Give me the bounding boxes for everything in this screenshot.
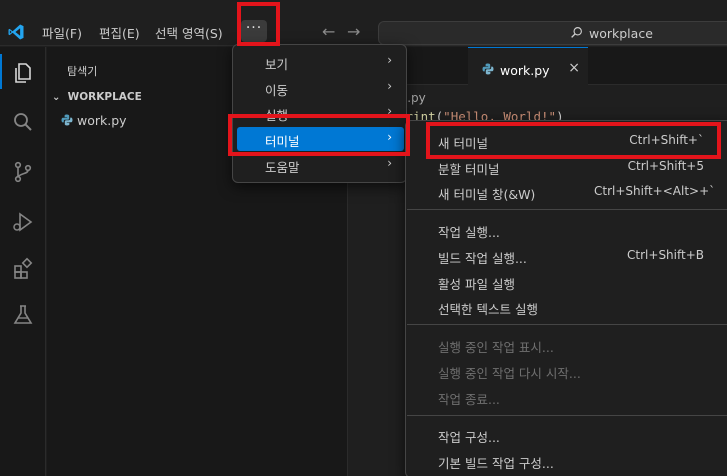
search-view-icon[interactable] [11, 110, 35, 134]
menu-item-show-running-tasks: 실행 중인 작업 표시... [410, 333, 727, 357]
menu-item-restart-running-task: 실행 중인 작업 다시 시작... [410, 359, 727, 383]
menu-item-label: 작업 종료... [438, 392, 500, 407]
file-item-work-py[interactable]: work.py [61, 113, 127, 128]
workspace-name: WORKPLACE [67, 91, 142, 103]
chevron-right-icon: › [387, 53, 392, 67]
highlight-terminal-item [228, 114, 410, 156]
search-text: workplace [589, 26, 653, 41]
menu-item-new-terminal-window[interactable]: 새 터미널 창(&W) Ctrl+Shift+<Alt>+` [410, 180, 727, 204]
menu-item-view[interactable]: 보기 › [237, 50, 404, 74]
menu-selection[interactable]: 선택 영역(S) [155, 23, 223, 42]
menu-item-label: 기본 빌드 작업 구성... [438, 456, 554, 471]
menu-item-label: 작업 구성... [438, 430, 500, 445]
close-icon[interactable]: × [568, 60, 580, 76]
search-icon [571, 27, 582, 38]
sidebar-title: 탐색기 [67, 65, 98, 78]
title-bar: 파일(F) 편집(E) 선택 영역(S) ··· ← → workplace [0, 0, 727, 46]
menu-item-configure-tasks[interactable]: 작업 구성... [410, 423, 727, 447]
menu-item-label: 이동 [265, 83, 289, 98]
tab-work-py[interactable]: work.py × [468, 47, 588, 85]
extensions-icon[interactable] [11, 257, 35, 281]
python-file-icon [482, 63, 494, 75]
activity-bar [0, 47, 46, 476]
menu-separator [407, 209, 727, 210]
menu-item-help[interactable]: 도움말 › [237, 153, 404, 177]
menu-item-label: 작업 실행... [438, 225, 500, 240]
forward-arrow-icon[interactable]: → [347, 22, 360, 41]
menu-item-label: 빌드 작업 실행... [438, 251, 527, 266]
menu-item-label: 새 터미널 창(&W) [438, 187, 536, 202]
menu-item-run-task[interactable]: 작업 실행... [410, 218, 727, 242]
highlight-new-terminal-item [426, 122, 721, 159]
tab-label: work.py [500, 63, 550, 78]
python-file-icon [61, 114, 73, 126]
back-arrow-icon[interactable]: ← [322, 22, 335, 41]
menu-separator [407, 415, 727, 416]
source-control-icon[interactable] [11, 160, 35, 184]
file-name: work.py [77, 113, 127, 128]
menu-item-go[interactable]: 이동 › [237, 76, 404, 100]
menu-file[interactable]: 파일(F) [42, 23, 82, 42]
explorer-icon[interactable] [11, 61, 35, 85]
menu-item-label: 도움말 [265, 160, 300, 175]
chevron-right-icon: › [387, 79, 392, 93]
menu-item-run-build-task[interactable]: 빌드 작업 실행... Ctrl+Shift+B [410, 244, 727, 268]
menu-item-label: 분할 터미널 [438, 162, 500, 177]
chevron-down-icon: ⌄ [52, 92, 61, 103]
menu-item-terminate-task: 작업 종료... [410, 385, 727, 409]
highlight-more-button [237, 2, 280, 46]
menu-item-run-active-file[interactable]: 활성 파일 실행 [410, 270, 727, 294]
command-center-search[interactable]: workplace [378, 21, 727, 45]
vscode-logo-icon [8, 24, 24, 40]
menu-item-label: 보기 [265, 57, 289, 72]
keyboard-shortcut: Ctrl+Shift+B [627, 248, 704, 262]
menu-item-label: 실행 중인 작업 다시 시작... [438, 366, 581, 381]
menu-separator [407, 324, 727, 325]
active-indicator [0, 54, 2, 89]
menu-item-run-selected-text[interactable]: 선택한 텍스트 실행 [410, 295, 727, 319]
workspace-section-header[interactable]: ⌄ WORKPLACE [52, 91, 142, 103]
chevron-right-icon: › [387, 156, 392, 170]
testing-flask-icon[interactable] [11, 303, 35, 327]
terminal-submenu: 새 터미널 Ctrl+Shift+` 분할 터미널 Ctrl+Shift+5 새… [405, 120, 727, 476]
keyboard-shortcut: Ctrl+Shift+5 [627, 159, 704, 173]
menu-item-label: 실행 중인 작업 표시... [438, 340, 554, 355]
menu-item-configure-default-build-task[interactable]: 기본 빌드 작업 구성... [410, 449, 727, 473]
menu-item-label: 활성 파일 실행 [438, 277, 515, 292]
menu-item-label: 선택한 텍스트 실행 [438, 302, 538, 317]
menu-edit[interactable]: 편집(E) [99, 23, 140, 42]
run-debug-icon[interactable] [11, 210, 35, 234]
keyboard-shortcut: Ctrl+Shift+<Alt>+` [594, 184, 716, 198]
